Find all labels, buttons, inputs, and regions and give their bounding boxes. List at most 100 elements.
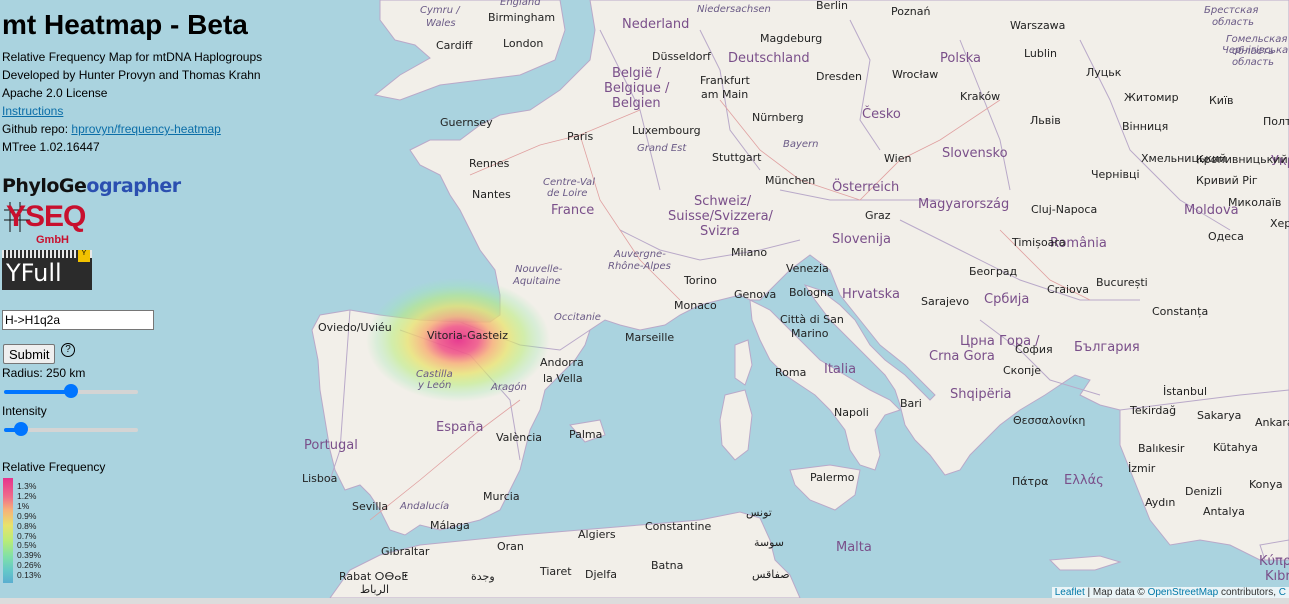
label-balikesir: Balıkesir — [1138, 442, 1185, 455]
label-bari: Bari — [900, 397, 922, 410]
osm-link[interactable]: OpenStreetMap — [1148, 587, 1219, 598]
label-sakarya: Sakarya — [1197, 409, 1241, 422]
label-gomel: Гомельская — [1226, 34, 1287, 45]
label-magdeburg: Magdeburg — [760, 32, 822, 45]
intensity-slider-handle[interactable] — [13, 422, 28, 436]
label-wroclaw: Wrocław — [892, 68, 938, 81]
label-bologna: Bologna — [789, 286, 834, 299]
label-luxembourg: Luxembourg — [632, 124, 701, 137]
phylogeographer-logo-text-b: ographer — [86, 175, 181, 197]
label-kutahya: Kütahya — [1213, 441, 1258, 454]
github-repo-link[interactable]: hprovyn/frequency-heatmap — [71, 122, 220, 136]
label-belgique: België / — [612, 66, 662, 81]
label-magyarorszag: Magyarország — [918, 197, 1009, 212]
label-castilla2: y León — [417, 379, 451, 391]
legend: 1.3% 1.2% 1% 0.9% 0.8% 0.7% 0.5% 0.39% 0.26% 0.13… — [2, 477, 62, 587]
developers-text: Developed by Hunter Provyn and Thomas Kr… — [2, 68, 261, 82]
page-bottom-scrollbar[interactable] — [0, 598, 1289, 604]
label-aragon: Aragón — [490, 381, 527, 393]
label-kher: Хер — [1270, 217, 1289, 230]
label-ellas: Ελλάς — [1064, 473, 1104, 488]
label-munchen: München — [765, 174, 815, 187]
yfull-logo-text: YFull — [6, 259, 62, 287]
label-constantine: Constantine — [645, 520, 711, 533]
label-nouvelle2: Aquitaine — [512, 276, 561, 287]
legend-title: Relative Frequency — [2, 460, 106, 474]
label-patra: Πάτρα — [1012, 475, 1048, 488]
label-denizli: Denizli — [1185, 485, 1222, 498]
yseq-gmbh-text: GmbH — [36, 234, 69, 246]
label-batna: Batna — [651, 559, 683, 572]
instructions-link[interactable]: Instructions — [2, 104, 63, 118]
label-birmingham: Birmingham — [488, 11, 555, 24]
mtree-version: MTree 1.02.16447 — [2, 140, 100, 154]
label-schweiz3: Svizra — [700, 224, 740, 239]
label-occitanie: Occitanie — [554, 312, 601, 323]
subtitle: Relative Frequency Map for mtDNA Haplogr… — [2, 50, 263, 64]
label-andorra: Andorra — [540, 356, 584, 369]
label-nouvelle: Nouvelle- — [515, 264, 563, 275]
label-centre2: de Loire — [547, 188, 587, 199]
label-italia: Italia — [824, 362, 856, 377]
label-kypros: Κύπρος — [1259, 554, 1289, 569]
label-konya: Konya — [1249, 478, 1283, 491]
label-lviv: Львів — [1030, 114, 1061, 127]
label-cesko: Česko — [862, 106, 901, 122]
label-thessaloniki: Θεσσαλονίκη — [1013, 414, 1085, 427]
label-centre: Centre-Val — [543, 177, 595, 188]
label-brest: Брестская — [1204, 5, 1258, 16]
label-tunis: تونس — [746, 506, 772, 519]
label-england: England — [500, 0, 541, 8]
help-icon[interactable]: ? — [61, 343, 75, 357]
label-frankfurt2: am Main — [701, 88, 748, 101]
label-lisboa: Lisboa — [302, 472, 337, 485]
label-beograd: Београд — [969, 265, 1018, 278]
label-torino: Torino — [683, 274, 717, 287]
radius-slider-handle[interactable] — [64, 384, 78, 398]
control-panel: mt Heatmap - Beta Relative Frequency Map… — [0, 0, 300, 598]
radius-slider[interactable] — [4, 384, 138, 398]
label-sevilla: Sevilla — [352, 500, 388, 513]
label-tekirdag: Tekirdağ — [1129, 404, 1176, 417]
label-frankfurt: Frankfurt — [700, 74, 750, 87]
yseq-logo-text: YSEQ — [6, 200, 86, 233]
label-kryvyi-rih: Кривий Ріг — [1196, 174, 1258, 187]
yseq-logo[interactable]: YSEQ GmbH — [2, 200, 100, 250]
label-algiers: Algiers — [578, 528, 616, 541]
label-istanbul: İstanbul — [1163, 385, 1207, 398]
attribution-more-link[interactable]: C — [1279, 587, 1286, 598]
label-warszawa: Warszawa — [1010, 19, 1065, 32]
label-kibris: Kıbrıs — [1265, 569, 1289, 584]
label-nantes: Nantes — [472, 188, 511, 201]
label-lublin: Lublin — [1024, 47, 1057, 60]
label-sofia: София — [1015, 343, 1053, 356]
label-krakow: Kraków — [960, 90, 1000, 103]
label-venezia: Venezia — [786, 262, 829, 275]
label-chernihiv2: область — [1232, 56, 1274, 68]
label-valencia: València — [496, 431, 542, 444]
label-tiaret: Tiaret — [539, 565, 572, 578]
leaflet-link[interactable]: Leaflet — [1055, 587, 1085, 598]
label-antalya: Antalya — [1203, 505, 1245, 518]
label-vitoria: Vitoria-Gasteiz — [427, 329, 508, 342]
label-poznan: Poznań — [891, 5, 930, 18]
label-murcia: Murcia — [483, 490, 520, 503]
phylogeographer-logo[interactable]: PhyloGeographer — [2, 175, 181, 197]
label-sousse: سوسة — [754, 536, 784, 549]
label-genova: Genova — [734, 288, 776, 301]
label-cluj: Cluj-Napoca — [1031, 203, 1097, 216]
label-kropyvnytskyi: Кропивницький — [1196, 153, 1288, 166]
submit-button[interactable]: Submit — [3, 344, 56, 364]
map-attribution: Leaflet | Map data © OpenStreetMap contr… — [1051, 587, 1289, 598]
label-polt: Полт — [1263, 115, 1289, 128]
label-chernivtsi: Чернівці — [1091, 168, 1140, 181]
yfull-logo[interactable]: Y YFull — [2, 250, 92, 290]
legend-color-ramp — [3, 478, 13, 583]
instructions-row: Instructions — [2, 104, 63, 118]
haplogroup-input[interactable] — [2, 310, 154, 330]
label-london: London — [503, 37, 543, 50]
label-izmir: İzmir — [1128, 462, 1156, 475]
label-schweiz: Schweiz/ — [694, 194, 752, 209]
intensity-slider[interactable] — [4, 422, 138, 436]
legend-tick: 0.13% — [17, 570, 42, 581]
